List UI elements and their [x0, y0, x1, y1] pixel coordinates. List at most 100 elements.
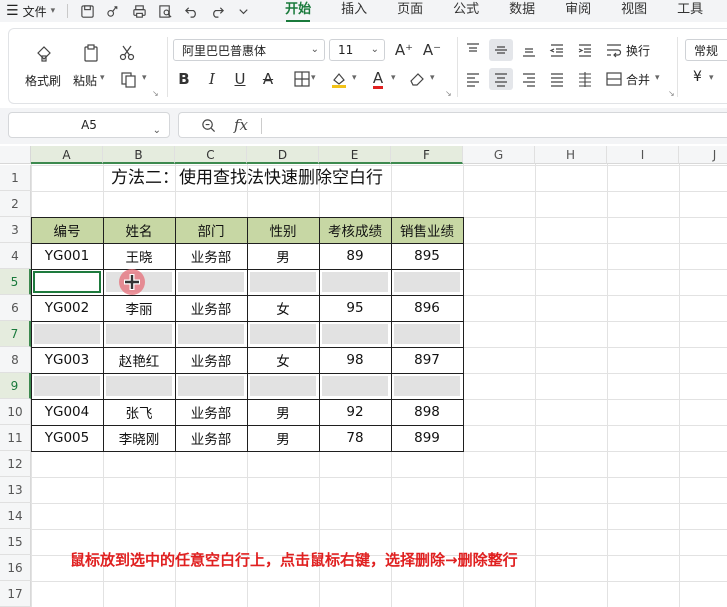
table-cell[interactable]: 王晓 [103, 243, 175, 269]
tab-data[interactable]: 数据 [494, 0, 550, 22]
align-middle-icon[interactable] [489, 39, 513, 61]
selected-empty-cell[interactable] [322, 324, 388, 344]
row-header-3[interactable]: 3 [0, 217, 31, 243]
column-header-a[interactable]: A [31, 146, 103, 164]
table-cell[interactable]: 899 [391, 425, 463, 451]
table-header-cell[interactable]: 性别 [247, 217, 319, 243]
redo-icon[interactable] [204, 0, 230, 22]
align-center-icon[interactable] [489, 68, 513, 90]
justify-icon[interactable] [545, 68, 569, 90]
decrease-indent-icon[interactable] [545, 39, 569, 61]
table-cell[interactable]: 95 [319, 295, 391, 321]
more-chevron-icon[interactable] [230, 0, 256, 22]
paste-icon[interactable] [78, 41, 104, 65]
format-painter-label[interactable]: 格式刷 [25, 72, 61, 89]
share-icon[interactable] [100, 0, 126, 22]
wrap-text-label[interactable]: 换行 [626, 42, 650, 59]
chevron-down-icon[interactable]: ▾ [391, 73, 396, 83]
chevron-down-icon[interactable]: ▾ [311, 73, 316, 83]
row-header-7[interactable]: 7 [0, 321, 31, 347]
row-header-15[interactable]: 15 [0, 529, 31, 555]
selected-empty-cell[interactable] [394, 272, 460, 292]
column-header-c[interactable]: C [175, 146, 247, 164]
table-cell[interactable]: 张飞 [103, 399, 175, 425]
chevron-down-icon[interactable]: ▾ [352, 73, 357, 83]
tab-review[interactable]: 审阅 [550, 0, 606, 22]
table-cell[interactable]: YG001 [31, 243, 103, 269]
table-cell[interactable]: 898 [391, 399, 463, 425]
grow-font-button[interactable]: A⁺ [393, 39, 415, 61]
table-cell[interactable]: 89 [319, 243, 391, 269]
selected-empty-cell[interactable] [106, 376, 172, 396]
selected-empty-cell[interactable] [106, 324, 172, 344]
distributed-icon[interactable] [573, 68, 597, 90]
font-name-select[interactable]: 阿里巴巴普惠体 ⌄ [173, 39, 325, 61]
table-cell[interactable]: 男 [247, 425, 319, 451]
row-header-10[interactable]: 10 [0, 399, 31, 425]
italic-button[interactable]: I [201, 68, 223, 90]
column-header-d[interactable]: D [247, 146, 319, 164]
selected-empty-cell[interactable] [250, 272, 316, 292]
tab-insert[interactable]: 插入 [326, 0, 382, 22]
column-header-e[interactable]: E [319, 146, 391, 164]
save-icon[interactable] [74, 0, 100, 22]
print-icon[interactable] [126, 0, 152, 22]
row-header-14[interactable]: 14 [0, 503, 31, 529]
name-box[interactable]: A5 ⌄ [8, 112, 170, 138]
formula-input-area[interactable]: fx [178, 112, 727, 138]
align-right-icon[interactable] [517, 68, 541, 90]
tab-formula[interactable]: 公式 [438, 0, 494, 22]
table-cell[interactable]: 业务部 [175, 425, 247, 451]
row-header-17[interactable]: 17 [0, 581, 31, 607]
row-header-6[interactable]: 6 [0, 295, 31, 321]
currency-button[interactable]: ¥ [693, 69, 702, 85]
table-cell[interactable]: 896 [391, 295, 463, 321]
column-header-j[interactable]: J [679, 146, 727, 164]
table-cell[interactable]: YG005 [31, 425, 103, 451]
table-header-cell[interactable]: 部门 [175, 217, 247, 243]
active-cell-a5[interactable] [33, 271, 101, 293]
selected-empty-cell[interactable] [322, 376, 388, 396]
column-header-g[interactable]: G [463, 146, 535, 164]
cut-icon[interactable] [115, 41, 139, 65]
table-cell[interactable]: 92 [319, 399, 391, 425]
table-cell[interactable]: 男 [247, 399, 319, 425]
table-header-cell[interactable]: 编号 [31, 217, 103, 243]
merge-cells-icon[interactable] [605, 68, 623, 90]
chevron-down-icon[interactable]: ▾ [430, 73, 435, 83]
row-header-1[interactable]: 1 [0, 165, 31, 191]
strikethrough-button[interactable]: A [257, 68, 279, 90]
table-cell[interactable]: YG002 [31, 295, 103, 321]
row-header-11[interactable]: 11 [0, 425, 31, 451]
align-bottom-icon[interactable] [517, 39, 541, 61]
column-header-f[interactable]: F [391, 146, 463, 164]
fill-color-icon[interactable] [327, 68, 351, 90]
bold-button[interactable]: B [173, 68, 195, 90]
table-cell[interactable]: 赵艳红 [103, 347, 175, 373]
selected-empty-cell[interactable] [178, 272, 244, 292]
expand-corner-icon[interactable]: ↘ [668, 89, 675, 98]
row-header-4[interactable]: 4 [0, 243, 31, 269]
column-header-i[interactable]: I [607, 146, 679, 164]
expand-corner-icon[interactable]: ↘ [152, 89, 159, 98]
zoom-icon[interactable] [201, 118, 216, 137]
selected-empty-cell[interactable] [322, 272, 388, 292]
table-cell[interactable]: 98 [319, 347, 391, 373]
expand-corner-icon[interactable]: ↘ [445, 89, 452, 98]
selected-empty-cell[interactable] [178, 324, 244, 344]
table-header-cell[interactable]: 考核成绩 [319, 217, 391, 243]
tab-view[interactable]: 视图 [606, 0, 662, 22]
select-all-corner[interactable] [0, 146, 31, 164]
tab-page[interactable]: 页面 [382, 0, 438, 22]
table-cell[interactable]: 业务部 [175, 295, 247, 321]
table-cell[interactable]: 李晓刚 [103, 425, 175, 451]
tab-tools[interactable]: 工具 [662, 0, 718, 22]
table-cell[interactable]: 业务部 [175, 243, 247, 269]
selected-empty-cell[interactable] [250, 324, 316, 344]
table-cell[interactable]: 895 [391, 243, 463, 269]
row-header-8[interactable]: 8 [0, 347, 31, 373]
font-color-icon[interactable]: A [366, 68, 390, 90]
row-header-16[interactable]: 16 [0, 555, 31, 581]
table-cell[interactable]: 业务部 [175, 347, 247, 373]
table-header-cell[interactable]: 姓名 [103, 217, 175, 243]
